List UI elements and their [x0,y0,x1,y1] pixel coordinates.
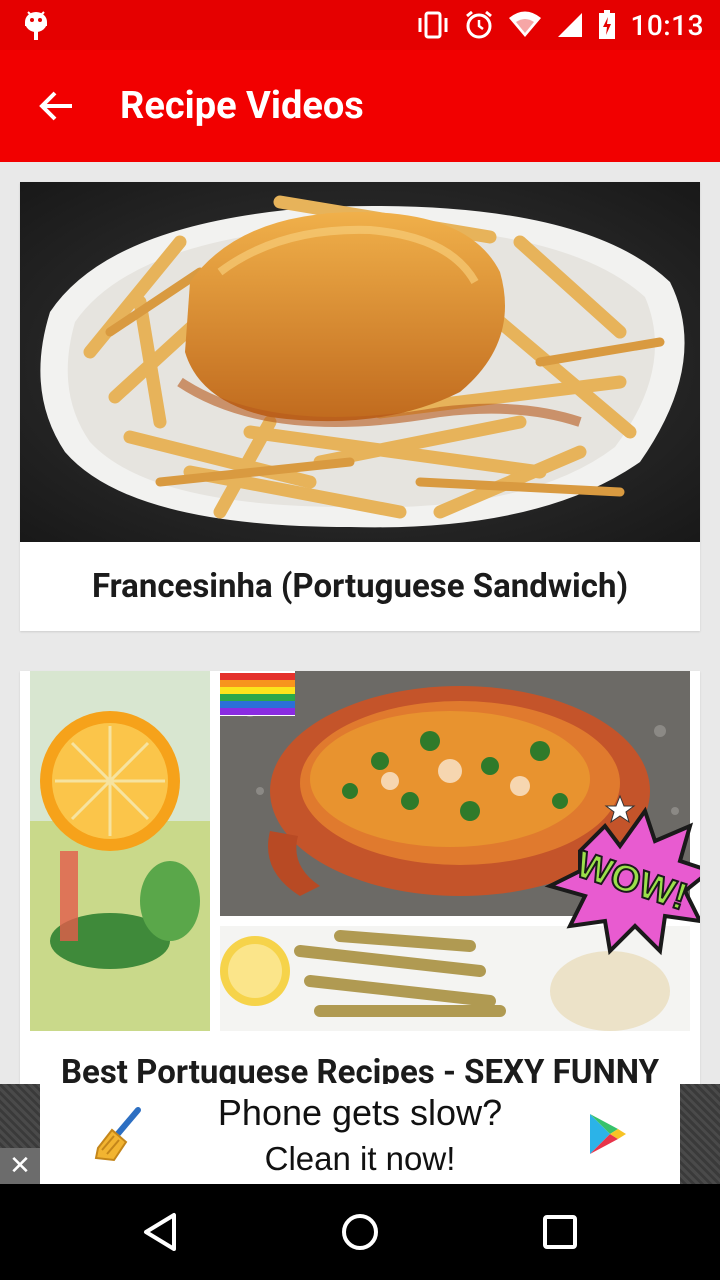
app-bar: Recipe Videos [0,50,720,162]
ad-subline: Clean it now! [264,1140,456,1177]
google-play-icon[interactable] [588,1112,628,1156]
arrow-back-icon [39,91,72,121]
back-triangle-icon [144,1213,176,1251]
wifi-icon [509,11,542,37]
android-debug-icon [25,11,47,40]
page-title: Recipe Videos [120,84,364,128]
ad-banner[interactable]: ✕ Phone gets slow? Clean it now! [0,1084,720,1184]
ad-headline: Phone gets slow? [217,1092,503,1133]
video-card[interactable]: WOW! Best Portuguese Recipes - SEXY FUNN… [20,671,700,1084]
vibrate-icon [418,11,448,39]
status-bar: 10:13 [0,0,720,50]
signal-icon [558,13,583,37]
francesinha-dish-image[interactable] [20,182,700,542]
video-title: Francesinha (Portuguese Sandwich) [91,567,629,606]
status-clock: 10:13 [630,8,704,42]
video-title: Best Portuguese Recipes - SEXY FUNNY [60,1053,660,1084]
home-circle-icon [342,1214,378,1250]
recents-square-icon [543,1215,577,1249]
back-button[interactable] [28,78,84,134]
nav-home-button[interactable] [336,1208,384,1256]
alarm-icon [466,10,493,39]
battery-icon [599,10,616,39]
video-list[interactable]: Francesinha (Portuguese Sandwich) WOW! B… [0,162,720,1084]
video-card[interactable]: Francesinha (Portuguese Sandwich) [20,182,700,631]
portuguese-recipes-collage-image[interactable]: WOW! [20,671,700,1031]
nav-recents-button[interactable] [536,1208,584,1256]
ad-content[interactable]: Phone gets slow? Clean it now! [40,1084,680,1184]
ad-close-button[interactable]: ✕ [0,1148,40,1184]
nav-back-button[interactable] [136,1208,184,1256]
system-nav-bar [0,1184,720,1280]
